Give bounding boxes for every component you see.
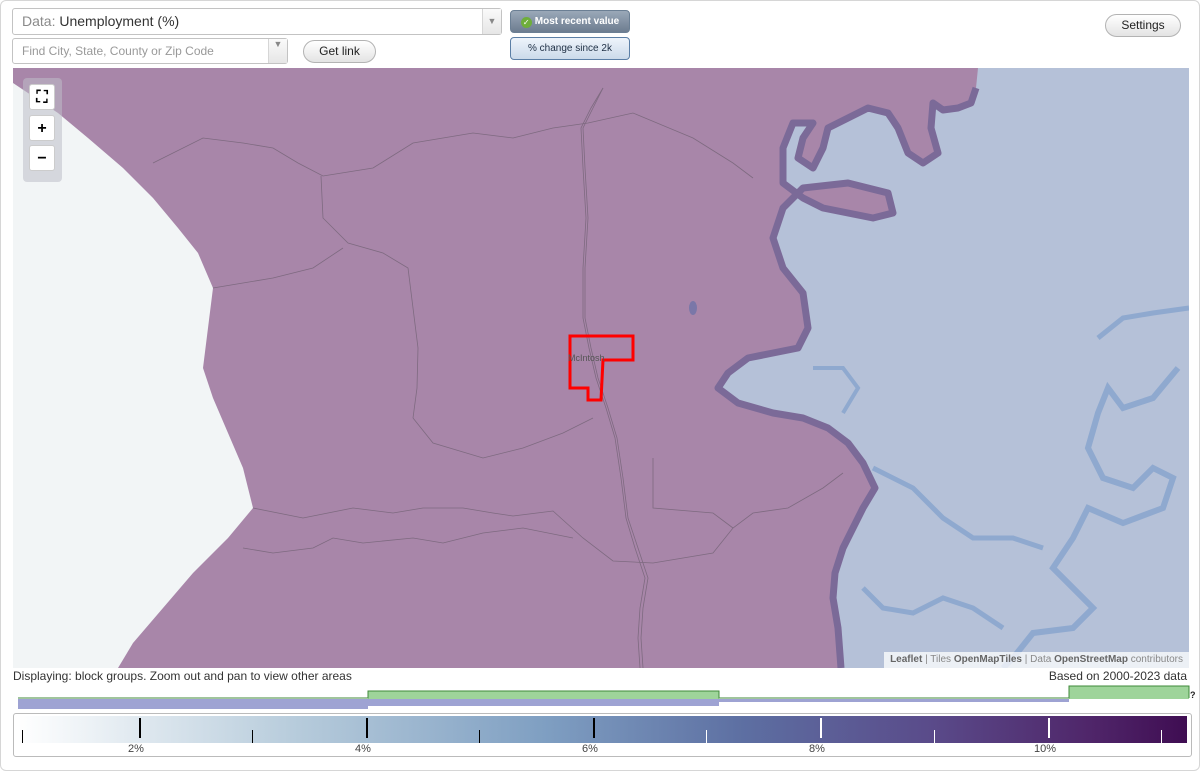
color-legend: 2% 4% 6% 8% 10%	[13, 713, 1192, 757]
data-prefix: Data	[1030, 654, 1052, 665]
legend-tick-label: 2%	[128, 743, 144, 755]
legend-gradient	[18, 716, 1187, 743]
zoom-in-icon[interactable]: +	[29, 115, 55, 141]
place-label: McIntosh	[568, 353, 605, 363]
histogram-fill-purple	[18, 699, 368, 709]
openmaptiles-link[interactable]: OpenMapTiles	[954, 654, 1022, 665]
distribution-histogram	[18, 685, 1190, 709]
chevron-down-icon[interactable]: ▼	[482, 9, 501, 34]
legend-tick	[820, 718, 822, 738]
histogram-fill-purple	[368, 699, 719, 706]
legend-tick	[934, 730, 935, 743]
location-search[interactable]: ▼	[12, 38, 288, 64]
legend-tick	[1048, 718, 1050, 738]
legend-tick	[706, 730, 707, 743]
legend-tick	[479, 730, 480, 743]
checkmark-icon: ✓	[520, 17, 532, 28]
legend-tick-label: 10%	[1033, 743, 1057, 755]
map-canvas	[13, 68, 1189, 668]
legend-tick	[139, 718, 141, 738]
tiles-prefix: Tiles	[930, 654, 952, 665]
fullscreen-icon[interactable]: ⛶	[29, 84, 55, 110]
settings-button[interactable]: Settings	[1105, 14, 1181, 37]
leaflet-link[interactable]: Leaflet	[890, 654, 922, 665]
map-attribution: Leaflet | Tiles OpenMapTiles | Data Open…	[884, 652, 1189, 668]
histogram-fill-purple	[719, 699, 1069, 702]
legend-tick	[1161, 730, 1162, 743]
legend-tick	[252, 730, 253, 743]
legend-tick-label: 8%	[809, 743, 825, 755]
pond	[689, 301, 697, 315]
histogram-fill-green	[1069, 686, 1189, 699]
data-select[interactable]: Data: Unemployment (%) ▼	[12, 8, 502, 35]
data-select-prefix: Data:	[22, 13, 56, 29]
map-view[interactable]: McIntosh ⛶ + − Leaflet | Tiles OpenMapTi…	[13, 68, 1189, 668]
percent-change-button[interactable]: % change since 2k	[510, 37, 630, 60]
app-frame: Data: Unemployment (%) ▼ ▼ Get link ✓Mos…	[0, 0, 1200, 771]
openstreetmap-link[interactable]: OpenStreetMap	[1054, 654, 1128, 665]
histogram-fill-green	[368, 691, 719, 699]
chevron-down-icon[interactable]: ▼	[268, 39, 287, 63]
legend-tick	[22, 730, 23, 743]
search-input[interactable]	[13, 39, 263, 63]
help-icon[interactable]: ?	[1190, 690, 1196, 700]
most-recent-value-button[interactable]: ✓ Most recent value	[510, 10, 630, 33]
legend-tick	[366, 718, 368, 738]
zoom-controls: ⛶ + −	[23, 78, 62, 182]
legend-tick-label: 6%	[582, 743, 598, 755]
legend-tick-label: 4%	[355, 743, 371, 755]
contributors-text: contributors	[1130, 654, 1183, 665]
get-link-button[interactable]: Get link	[303, 40, 376, 63]
zoom-out-icon[interactable]: −	[29, 145, 55, 171]
most-recent-value-label: Most recent value	[534, 16, 620, 27]
data-select-value: Unemployment (%)	[59, 13, 180, 29]
legend-tick	[593, 718, 595, 738]
